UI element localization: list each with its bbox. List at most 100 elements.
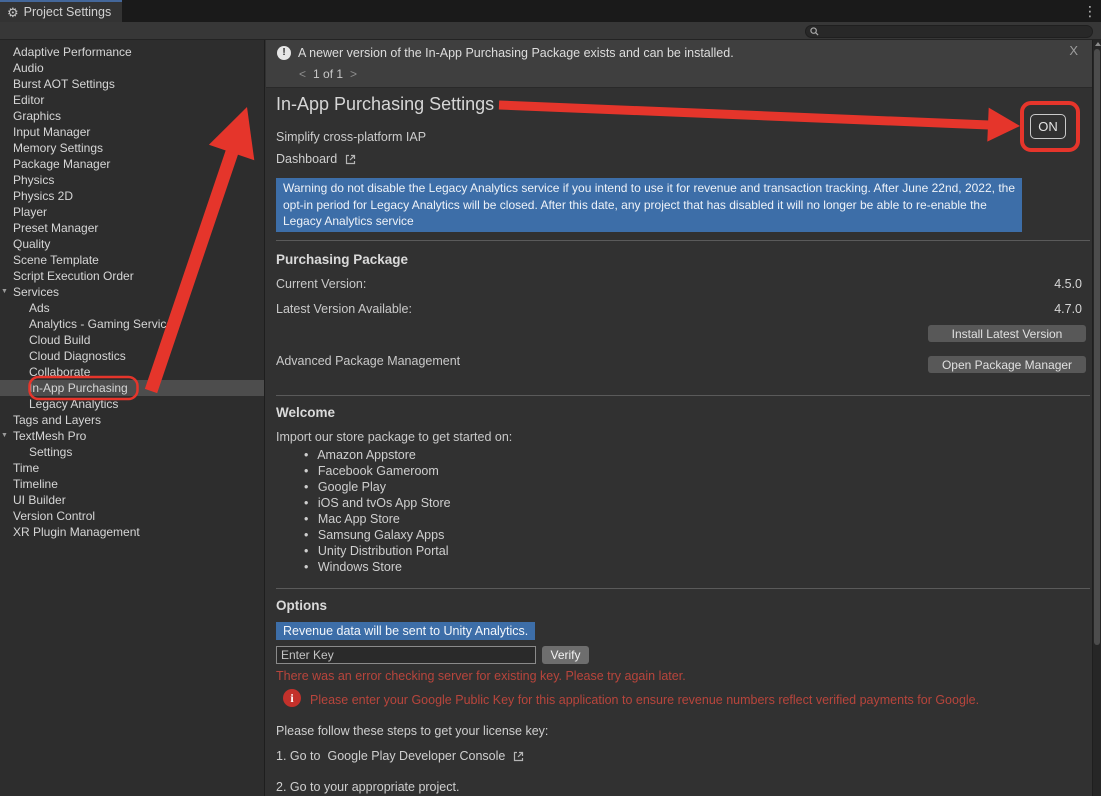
scrollbar-thumb[interactable] (1094, 49, 1100, 645)
store-list: Amazon Appstore Facebook Gameroom Google… (304, 447, 451, 575)
sidebar-item[interactable]: Collaborate (0, 364, 264, 380)
sidebar-item-label: Script Execution Order (13, 269, 134, 283)
sidebar-item[interactable]: Cloud Build (0, 332, 264, 348)
vertical-scrollbar[interactable] (1092, 40, 1101, 796)
search-input[interactable] (819, 26, 1069, 37)
store-name: Facebook Gameroom (318, 464, 439, 478)
dashboard-link[interactable]: Dashboard (276, 152, 357, 166)
sidebar-item[interactable]: Burst AOT Settings (0, 76, 264, 92)
pager-next-icon[interactable]: > (350, 67, 357, 81)
store-name: Windows Store (318, 560, 402, 574)
sidebar-item-label: UI Builder (13, 493, 66, 507)
external-link-icon (344, 153, 357, 166)
gear-icon: ⚙ (7, 6, 19, 19)
sidebar-item[interactable]: Version Control (0, 508, 264, 524)
store-name: Samsung Galaxy Apps (318, 528, 444, 542)
sidebar-item-label: Physics (13, 173, 54, 187)
sidebar-item-label: Analytics - Gaming Services (29, 317, 179, 331)
google-key-warning-text: Please enter your Google Public Key for … (310, 693, 979, 707)
options-heading: Options (276, 598, 327, 613)
sidebar-item[interactable]: Scene Template (0, 252, 264, 268)
sidebar-item[interactable]: Legacy Analytics (0, 396, 264, 412)
sidebar-item[interactable]: Analytics - Gaming Services (0, 316, 264, 332)
pager-prev-icon[interactable]: < (299, 67, 306, 81)
update-notification-bar: ! A newer version of the In-App Purchasi… (266, 40, 1092, 88)
section-divider (276, 240, 1090, 241)
scroll-up-icon[interactable] (1095, 42, 1101, 46)
sidebar-item[interactable]: Script Execution Order (0, 268, 264, 284)
dashboard-link-label: Dashboard (276, 152, 337, 166)
sidebar-item-label: Quality (13, 237, 50, 251)
sidebar-item[interactable]: Settings (0, 444, 264, 460)
sidebar-item[interactable]: Memory Settings (0, 140, 264, 156)
sidebar-item-label: Time (13, 461, 39, 475)
store-list-item: Google Play (304, 479, 451, 495)
service-toggle-button[interactable]: ON (1030, 114, 1066, 139)
info-icon: i (283, 689, 301, 707)
foldout-triangle-icon[interactable] (1, 428, 11, 444)
foldout-triangle-icon[interactable] (1, 284, 11, 300)
install-latest-version-button[interactable]: Install Latest Version (928, 325, 1086, 342)
sidebar-item-label: Legacy Analytics (29, 397, 118, 411)
in-app-purchasing-panel: ! A newer version of the In-App Purchasi… (266, 40, 1092, 796)
sidebar-item[interactable]: Player (0, 204, 264, 220)
sidebar-item[interactable]: Quality (0, 236, 264, 252)
sidebar-item[interactable]: Physics 2D (0, 188, 264, 204)
sidebar-item[interactable]: Input Manager (0, 124, 264, 140)
sidebar-item[interactable]: Preset Manager (0, 220, 264, 236)
verify-button[interactable]: Verify (542, 646, 589, 664)
open-package-manager-button[interactable]: Open Package Manager (928, 356, 1086, 373)
sidebar-item-label: In-App Purchasing (29, 381, 128, 395)
window-menu-icon[interactable]: ⋮ (1082, 2, 1098, 20)
store-name: Unity Distribution Portal (318, 544, 449, 558)
store-list-item: Mac App Store (304, 511, 451, 527)
tab-project-settings[interactable]: ⚙ Project Settings (0, 0, 122, 22)
sidebar-item[interactable]: In-App Purchasing (0, 380, 264, 396)
sidebar-item[interactable]: UI Builder (0, 492, 264, 508)
close-icon[interactable]: X (1069, 43, 1078, 58)
latest-version-value: 4.7.0 (1054, 302, 1082, 316)
sidebar-item[interactable]: Package Manager (0, 156, 264, 172)
sidebar-item-label: Adaptive Performance (13, 45, 132, 59)
purchasing-package-heading: Purchasing Package (276, 252, 408, 267)
page-subtitle: Simplify cross-platform IAP (276, 130, 426, 144)
sidebar-item[interactable]: TextMesh Pro (0, 428, 264, 444)
license-key-input[interactable] (276, 646, 536, 664)
google-play-console-link[interactable]: Google Play Developer Console (327, 749, 505, 763)
sidebar-item[interactable]: Tags and Layers (0, 412, 264, 428)
store-name: Google Play (318, 480, 386, 494)
store-list-item: Unity Distribution Portal (304, 543, 451, 559)
sidebar-item[interactable]: Adaptive Performance (0, 44, 264, 60)
current-version-label: Current Version: (276, 277, 366, 291)
sidebar-item[interactable]: Editor (0, 92, 264, 108)
sidebar-item[interactable]: Services (0, 284, 264, 300)
sidebar-item[interactable]: Time (0, 460, 264, 476)
sidebar-item[interactable]: XR Plugin Management (0, 524, 264, 540)
sidebar-item-label: Player (13, 205, 47, 219)
latest-version-label: Latest Version Available: (276, 302, 412, 316)
tab-title: Project Settings (24, 5, 112, 19)
sidebar-item[interactable]: Timeline (0, 476, 264, 492)
sidebar-item[interactable]: Graphics (0, 108, 264, 124)
steps-intro: Please follow these steps to get your li… (276, 724, 548, 738)
sidebar-item-label: Scene Template (13, 253, 99, 267)
sidebar-item[interactable]: Ads (0, 300, 264, 316)
sidebar-item-label: Cloud Build (29, 333, 90, 347)
search-field[interactable] (805, 25, 1093, 38)
store-list-item: Amazon Appstore (304, 447, 451, 463)
project-settings-window: { "window": { "tab_title": "Project Sett… (0, 0, 1101, 796)
step-1-prefix: 1. Go to (276, 749, 320, 763)
sidebar-item[interactable]: Audio (0, 60, 264, 76)
store-name: Amazon Appstore (317, 448, 416, 462)
section-divider (276, 588, 1090, 589)
welcome-intro: Import our store package to get started … (276, 430, 512, 444)
sidebar-item-label: Settings (29, 445, 72, 459)
sidebar-item[interactable]: Physics (0, 172, 264, 188)
store-list-item: Facebook Gameroom (304, 463, 451, 479)
sidebar-item[interactable]: Cloud Diagnostics (0, 348, 264, 364)
sidebar-item-label: Graphics (13, 109, 61, 123)
step-2: 2. Go to your appropriate project. (276, 780, 459, 794)
sidebar-item-label: Collaborate (29, 365, 90, 379)
sidebar-item-label: Preset Manager (13, 221, 98, 235)
sidebar-item-label: Cloud Diagnostics (29, 349, 126, 363)
